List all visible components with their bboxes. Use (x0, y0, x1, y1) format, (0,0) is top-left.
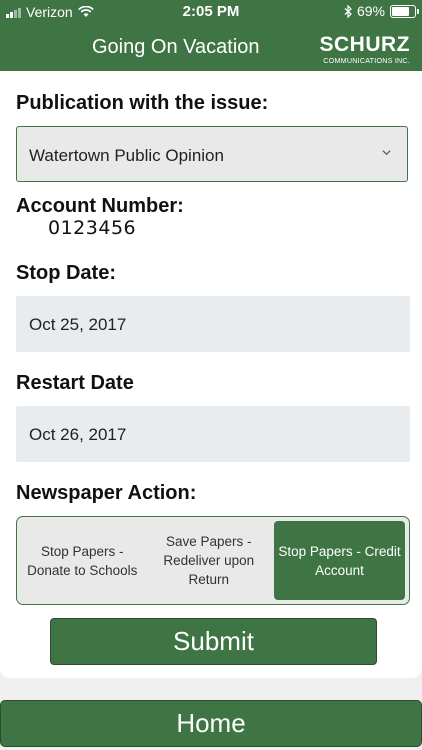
action-option-credit[interactable]: Stop Papers - Credit Account (274, 521, 405, 600)
submit-button[interactable]: Submit (50, 618, 377, 665)
app-header: Going On Vacation SCHURZ COMMUNICATIONS … (0, 23, 422, 71)
restart-date-label: Restart Date (16, 372, 134, 394)
logo-subtitle: COMMUNICATIONS INC. (323, 56, 410, 65)
action-option-redeliver[interactable]: Save Papers - Redeliver upon Return (148, 521, 271, 600)
newspaper-action-label: Newspaper Action: (16, 482, 197, 504)
status-right: 69% (344, 3, 419, 19)
newspaper-action-segmented-control: Stop Papers - Donate to Schools Save Pap… (16, 516, 410, 605)
publication-select[interactable]: Watertown Public Opinion (16, 126, 408, 182)
bluetooth-icon (344, 4, 352, 18)
account-number-value: 0123456 (48, 217, 137, 239)
logo-name: SCHURZ (319, 33, 410, 56)
battery-percent: 69% (356, 3, 385, 19)
restart-date-value: Oct 26, 2017 (29, 425, 127, 444)
page-title: Going On Vacation (92, 36, 260, 58)
chevron-down-icon (382, 150, 391, 156)
schurz-logo: SCHURZ COMMUNICATIONS INC. (320, 34, 411, 64)
status-bar: Verizon 2:05 PM 69% (0, 0, 422, 23)
battery-icon (390, 4, 419, 18)
restart-date-field[interactable]: Oct 26, 2017 (16, 406, 410, 462)
account-number-label: Account Number: (16, 195, 184, 217)
stop-date-field[interactable]: Oct 25, 2017 (16, 296, 410, 352)
action-option-donate[interactable]: Stop Papers - Donate to Schools (21, 521, 144, 600)
publication-value: Watertown Public Opinion (29, 146, 224, 165)
stop-date-value: Oct 25, 2017 (29, 315, 127, 334)
vacation-form: Publication with the issue: Watertown Pu… (0, 71, 422, 678)
stop-date-label: Stop Date: (16, 262, 116, 284)
home-button[interactable]: Home (0, 700, 422, 747)
publication-label: Publication with the issue: (16, 92, 269, 114)
